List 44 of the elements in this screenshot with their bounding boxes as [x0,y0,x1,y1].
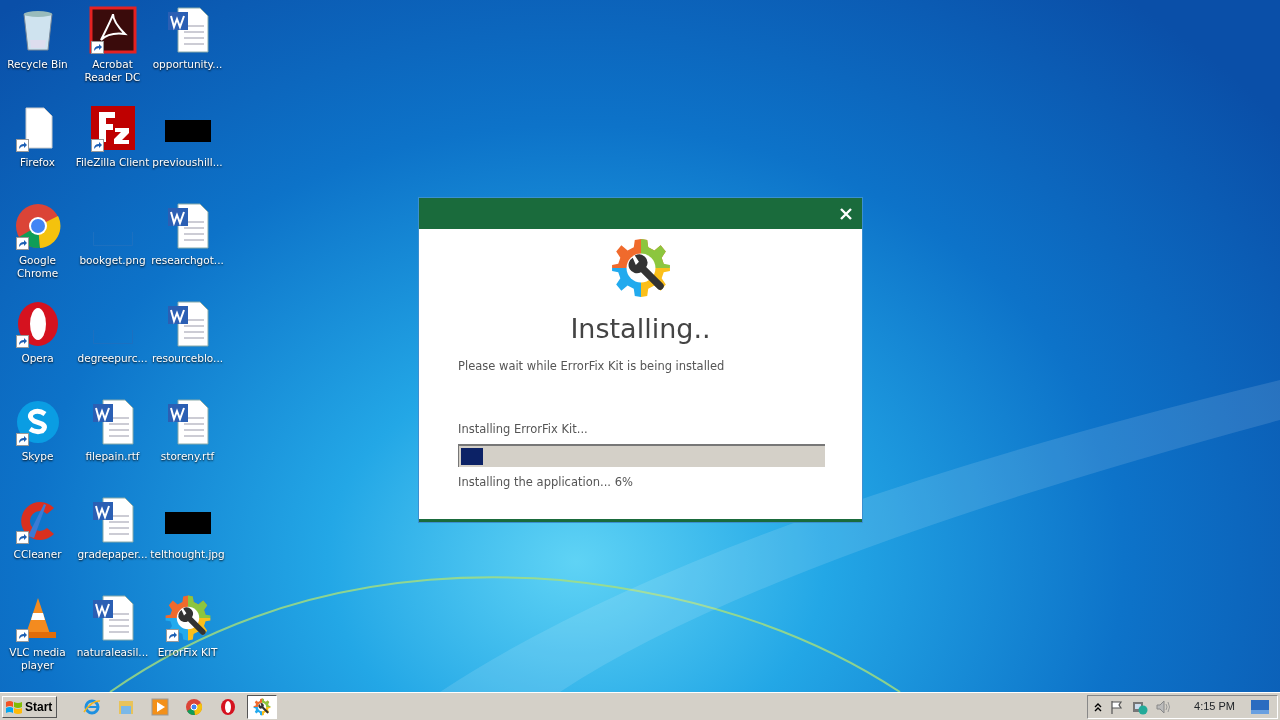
task-label: Installing ErrorFix Kit... [458,420,589,438]
chrome-icon [13,202,62,250]
desktop-icon[interactable]: ErrorFix KIT [150,594,225,692]
dialog-heading: Installing.. [569,312,712,346]
desktop-icon[interactable]: gradepaper... [75,496,150,594]
desktop-icon[interactable]: Firefox [0,104,75,202]
dialog-message: Please wait while ErrorFix Kit is being installed [458,357,726,375]
windows-logo-icon [5,698,23,715]
start-button[interactable]: Start [2,695,58,718]
desktop-icon[interactable]: naturaleasil... [75,594,150,692]
desktop-icon[interactable]: bookget.png [75,202,150,300]
chevron-up-icon [1094,701,1103,712]
desktop-icon[interactable]: FileZilla Client [75,104,150,202]
desktop-icon[interactable]: Recycle Bin [0,6,75,104]
desktop-icon[interactable]: Opera [0,300,75,398]
desktop-icon[interactable]: degreepurc... [75,300,150,398]
clock: 4:15 PM [1194,699,1235,715]
taskbar-app-button[interactable] [247,694,278,719]
desktop-icon[interactable]: Skype [0,398,75,496]
pdf-icon [88,6,137,54]
flag-icon [1110,699,1125,714]
media-player-icon [151,697,170,716]
desktop-icon[interactable]: Google Chrome [0,202,75,300]
desktop-icon[interactable]: CCleaner [0,496,75,594]
close-button[interactable] [838,205,854,222]
desktop-icon[interactable]: VLC media player [0,594,75,692]
desktop-icon[interactable]: Acrobat Reader DC [75,6,150,104]
desktop-icon[interactable]: opportunity... [150,6,225,104]
speaker-icon [1156,699,1173,714]
chrome-icon [185,697,204,716]
gear-wrench-icon [163,594,212,642]
desktop-icon[interactable]: researchgot... [150,202,225,300]
internet-explorer-icon [83,697,102,716]
desktop-icon[interactable]: previoushill... [150,104,225,202]
desktop-icon[interactable]: storeny.rtf [150,398,225,496]
show-desktop-icon[interactable] [1251,699,1269,714]
gear-wrench-icon [609,237,672,299]
desktop-icon[interactable]: resourceblo... [150,300,225,398]
status-text: Installing the application... 6% [458,474,634,491]
opera-icon [219,697,238,716]
gear-wrench-icon [253,697,272,716]
desktop-icon[interactable]: filepain.rtf [75,398,150,496]
close-icon [840,207,852,220]
desktop-icon[interactable]: telthought.jpg [150,496,225,594]
